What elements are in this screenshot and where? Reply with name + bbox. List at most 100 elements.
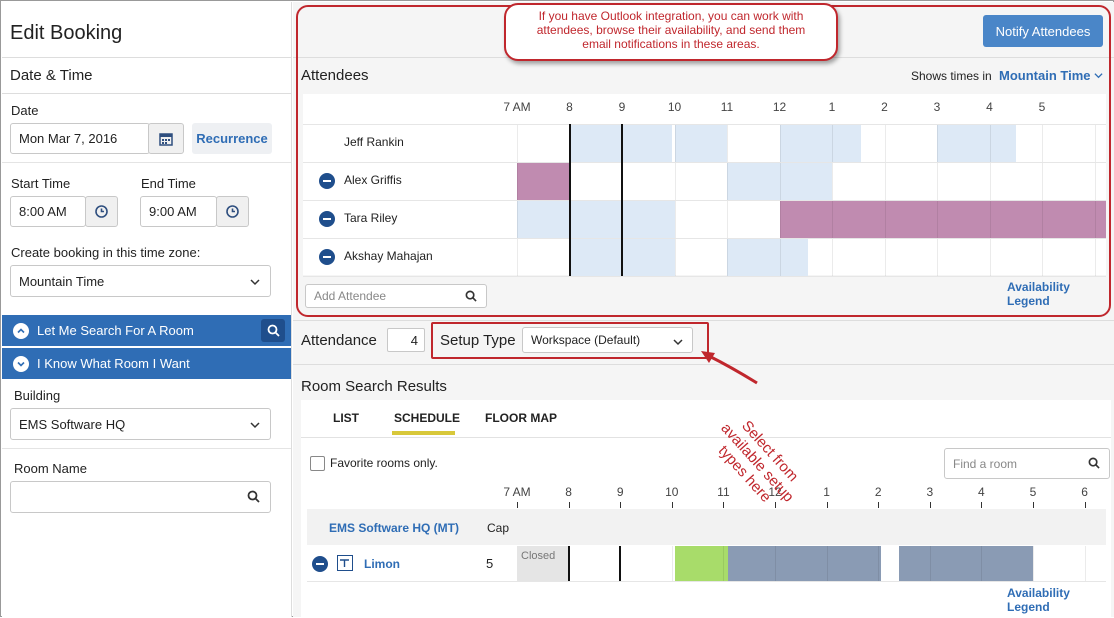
grid-line (307, 581, 1106, 582)
chevron-up-icon (13, 322, 29, 339)
grid-line (826, 546, 828, 581)
active-tab-indicator (392, 431, 455, 435)
chevron-down-icon (250, 418, 260, 433)
building-row-label[interactable]: EMS Software HQ (MT) (329, 521, 459, 535)
hour-tick-label: 7 AM (503, 100, 531, 114)
end-time-input[interactable]: 9:00 AM (140, 196, 217, 227)
timezone-value: Mountain Time (19, 273, 105, 289)
room-schedule-grid: 7 AM 8 9 10 11 12 1 2 3 4 5 6 EMS Software HQ (MT) Ca… (307, 481, 1106, 582)
tick-mark (671, 502, 673, 508)
setup-type-select[interactable]: Workspace (Default) (522, 327, 693, 353)
room-results-heading: Room Search Results (301, 378, 447, 395)
building-select[interactable]: EMS Software HQ (10, 408, 271, 440)
availability-block (674, 124, 727, 162)
recurrence-button[interactable]: Recurrence (192, 123, 272, 154)
remove-attendee-icon[interactable] (319, 173, 335, 189)
clock-icon[interactable] (85, 196, 118, 227)
search-icon (247, 490, 260, 506)
shows-times-label: Shows times in (911, 69, 992, 83)
timezone-select[interactable]: Mountain Time (10, 265, 271, 297)
clock-icon[interactable] (216, 196, 249, 227)
date-input[interactable]: Mon Mar 7, 2016 (10, 123, 150, 154)
tick-mark (981, 502, 983, 508)
attendees-heading: Attendees (301, 67, 369, 84)
building-value: EMS Software HQ (19, 416, 126, 432)
tick-mark (1033, 502, 1034, 508)
divider (2, 162, 291, 163)
closed-label: Closed (521, 550, 556, 562)
setup-type-label: Setup Type (440, 332, 516, 349)
chevron-down-icon (250, 275, 260, 290)
hour-tick-label: 5 (1038, 100, 1046, 114)
room-availability-legend-link[interactable]: Availability Legend (1007, 586, 1114, 614)
tick-mark (517, 502, 518, 508)
booking-marker (568, 124, 571, 276)
outlook-callout: If you have Outlook integration, you can… (504, 3, 838, 61)
grid-line (303, 124, 1106, 125)
attendee-timezone-link[interactable]: Mountain Time (999, 68, 1103, 83)
availability-legend-link[interactable]: Availability Legend (1007, 280, 1114, 308)
hour-tick-label: 10 (667, 100, 682, 114)
notify-attendees-button[interactable]: Notify Attendees (983, 15, 1103, 47)
room-capacity: 5 (486, 556, 494, 571)
tick-mark (620, 502, 622, 508)
calendar-icon[interactable] (148, 123, 184, 154)
search-icon[interactable] (261, 319, 285, 342)
availability-block (937, 124, 1016, 162)
hour-tick-label: 4 (978, 485, 985, 499)
hour-tick-label: 2 (874, 485, 882, 499)
hour-tick-label: 12 (772, 100, 787, 114)
availability-block (779, 124, 861, 162)
grid-line (303, 238, 1106, 239)
search-room-header[interactable]: Let Me Search For A Room (2, 315, 291, 346)
hour-tick-label: 9 (616, 485, 624, 499)
favorite-rooms-checkbox[interactable] (310, 456, 325, 471)
availability-block (779, 200, 1106, 238)
remove-room-icon[interactable] (312, 556, 328, 572)
start-time-label: Start Time (11, 176, 71, 191)
divider (2, 57, 291, 58)
hour-tick-label: 8 (565, 485, 572, 499)
hour-tick-label: 9 (618, 100, 626, 114)
hour-tick-label: 1 (823, 485, 830, 499)
tick-mark (826, 502, 828, 508)
attendee-timezone-value: Mountain Time (999, 68, 1091, 83)
tick-mark (878, 502, 880, 508)
grid-line (671, 546, 673, 581)
booked-block (727, 546, 881, 581)
tab-floor-map[interactable]: FLOOR MAP (485, 411, 557, 425)
setup-type-value: Workspace (Default) (531, 333, 641, 347)
hour-tick-label: 1 (828, 100, 836, 114)
building-label: Building (14, 388, 61, 403)
date-label: Date (11, 103, 39, 118)
search-icon (1088, 457, 1100, 472)
know-room-header[interactable]: I Know What Room I Want (2, 348, 291, 379)
date-time-heading: Date & Time (10, 67, 93, 84)
find-room-placeholder: Find a room (953, 456, 1018, 471)
tick-mark (929, 502, 931, 508)
app-frame: Edit Booking Date & Time Date Mon Mar 7,… (0, 0, 1114, 618)
grid-line (723, 546, 725, 581)
remove-attendee-icon[interactable] (319, 211, 335, 227)
room-name-input[interactable] (10, 481, 271, 513)
room-name-link[interactable]: Limon (364, 557, 400, 571)
attendee-name: Jeff Rankin (344, 135, 404, 149)
tab-schedule[interactable]: SCHEDULE (394, 411, 460, 425)
tick-mark (568, 502, 570, 508)
tab-list[interactable]: LIST (333, 411, 359, 425)
availability-block (517, 200, 675, 238)
add-attendee-input[interactable]: Add Attendee (305, 284, 487, 308)
timezone-label: Create booking in this time zone: (11, 245, 201, 260)
hour-tick-label: 3 (926, 485, 934, 499)
favorite-rooms-label: Favorite rooms only. (330, 456, 438, 470)
callout-arrow (701, 351, 758, 385)
hour-tick-label: 2 (881, 100, 888, 114)
booking-marker (567, 546, 570, 581)
remove-attendee-icon[interactable] (319, 249, 335, 265)
booking-marker (621, 124, 623, 276)
find-room-input[interactable]: Find a room (944, 448, 1110, 479)
grid-line (1084, 546, 1086, 581)
attendee-availability-grid: 7 AM 8 9 10 11 12 1 2 3 4 5 Jeff Rankin Alex Griffis… (303, 94, 1106, 277)
start-time-input[interactable]: 8:00 AM (10, 196, 86, 227)
attendance-input[interactable]: 4 (387, 328, 425, 352)
